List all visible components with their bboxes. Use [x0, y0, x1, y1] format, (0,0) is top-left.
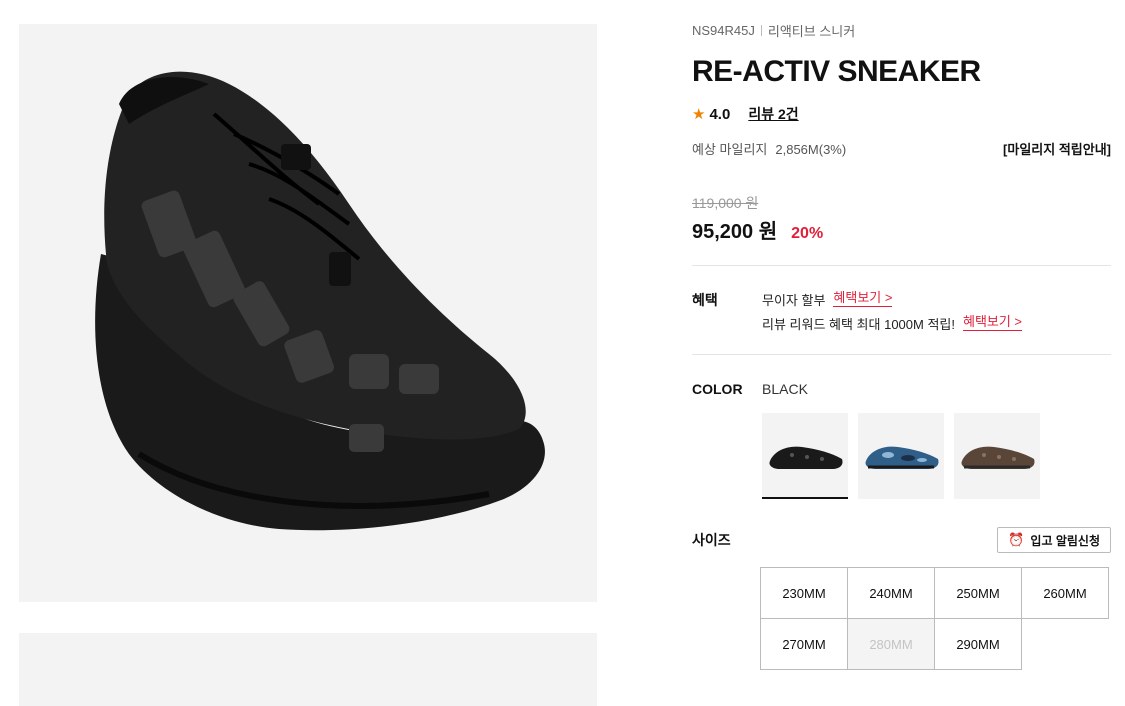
size-option[interactable]: 240MM — [848, 568, 935, 619]
mileage-info: 예상 마일리지 2,856M(3%) — [692, 139, 846, 158]
product-name-korean: 리액티브 스니커 — [767, 23, 856, 39]
sale-price: 95,200 원 — [692, 221, 778, 243]
black-shoe-thumbnail — [769, 446, 843, 469]
size-option[interactable]: 250MM — [935, 568, 1022, 619]
color-label: COLOR — [692, 381, 743, 397]
secondary-product-image[interactable] — [19, 633, 597, 706]
divider — [692, 354, 1111, 355]
selected-color-name: BLACK — [762, 381, 808, 397]
size-option-soldout: 280MM — [848, 619, 935, 670]
mileage-guide-link[interactable]: [마일리지 적립안내] — [1003, 139, 1111, 158]
benefit-section: 혜택 무이자 할부 혜택보기 > 리뷰 리워드 혜택 최대 1000M 적립! … — [692, 290, 1111, 340]
size-option-grid: 230MM 240MM 250MM 260MM 270MM 280MM 290M… — [760, 567, 1109, 670]
code-separator — [760, 24, 762, 36]
benefit-line-review-reward: 리뷰 리워드 혜택 최대 1000M 적립! 혜택보기 > — [762, 314, 1023, 338]
size-option[interactable]: 260MM — [1022, 568, 1109, 619]
restock-alert-label: 입고 알림신청 — [1030, 533, 1100, 548]
product-info: NS94R45J 리액티브 스니커 RE-ACTIV SNEAKER ★ 4.0… — [692, 20, 1111, 670]
color-swatch-blue-camo[interactable] — [858, 413, 944, 499]
mileage-row: 예상 마일리지 2,856M(3%) [마일리지 적립안내] — [692, 139, 1111, 157]
benefit-text: 무이자 할부 — [762, 293, 826, 308]
size-label: 사이즈 — [692, 532, 731, 548]
size-option[interactable]: 290MM — [935, 619, 1022, 670]
size-header: 사이즈 ⏰ 입고 알림신청 — [692, 527, 1111, 553]
benefit-view-link[interactable]: 혜택보기 > — [833, 290, 893, 307]
benefit-lines: 무이자 할부 혜택보기 > 리뷰 리워드 혜택 최대 1000M 적립! 혜택보… — [762, 290, 1023, 340]
color-swatch-brown[interactable] — [954, 413, 1040, 499]
discount-rate: 20% — [791, 225, 824, 242]
mileage-label: 예상 마일리지 — [692, 141, 768, 157]
main-product-image[interactable] — [19, 24, 597, 602]
product-code: NS94R45J — [692, 22, 755, 38]
product-title: RE-ACTIV SNEAKER — [692, 55, 981, 88]
benefit-label: 혜택 — [692, 292, 718, 308]
color-swatches — [762, 413, 1111, 499]
product-gallery — [19, 24, 597, 706]
benefit-line-installment: 무이자 할부 혜택보기 > — [762, 290, 1022, 314]
size-grid-empty-cell — [1022, 619, 1109, 670]
rating-value: 4.0 — [709, 105, 731, 123]
color-swatch-black[interactable] — [762, 413, 848, 499]
price-row: 95,200 원 20% — [692, 215, 1111, 243]
alarm-bell-icon: ⏰ — [1008, 532, 1025, 547]
product-code-line: NS94R45J 리액티브 스니커 — [692, 20, 1111, 40]
size-option[interactable]: 270MM — [761, 619, 848, 670]
restock-alert-button[interactable]: ⏰ 입고 알림신청 — [997, 527, 1111, 553]
star-icon: ★ — [692, 106, 706, 123]
benefit-view-link[interactable]: 혜택보기 > — [962, 314, 1023, 331]
benefit-text: 리뷰 리워드 혜택 최대 1000M 적립! — [762, 317, 955, 332]
blue-camo-shoe-thumbnail — [865, 446, 939, 469]
color-row: COLOR BLACK — [692, 379, 1111, 399]
review-count-link[interactable]: 리뷰 2건 — [748, 104, 798, 124]
rating-row: ★ 4.0 리뷰 2건 — [692, 104, 1111, 124]
size-option[interactable]: 230MM — [761, 568, 848, 619]
original-price: 119,000 원 — [692, 195, 759, 211]
mileage-value: 2,856M(3%) — [775, 141, 847, 157]
divider — [692, 265, 1111, 266]
brown-shoe-thumbnail — [961, 446, 1035, 469]
